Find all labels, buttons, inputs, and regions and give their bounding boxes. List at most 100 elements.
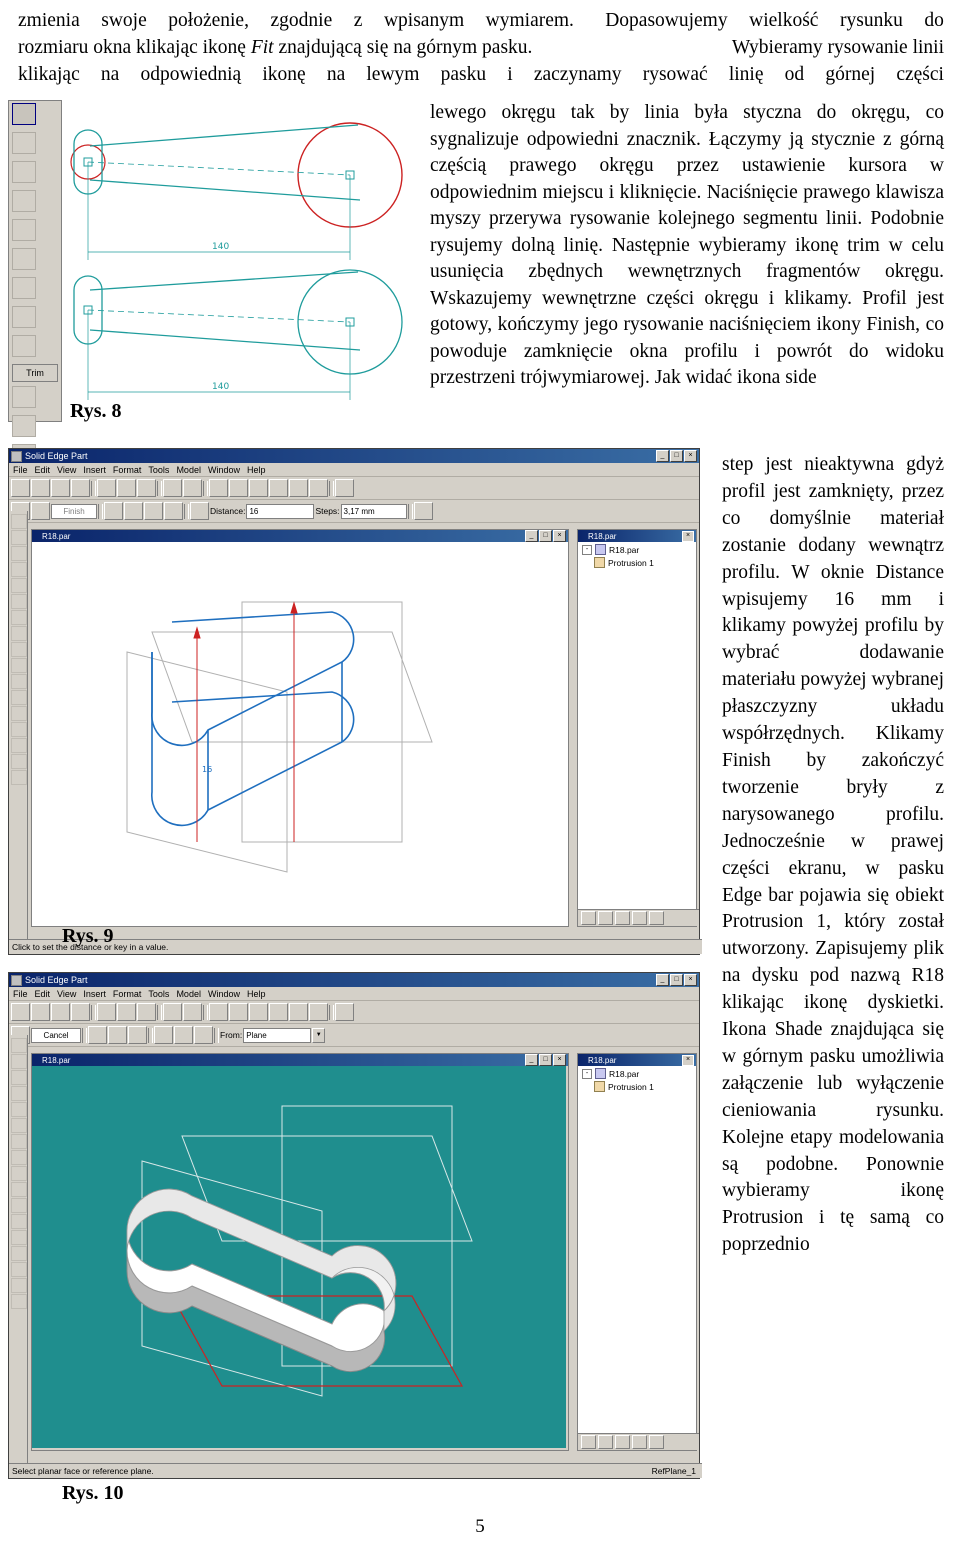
menu-edit[interactable]: Edit bbox=[35, 465, 51, 475]
extent-through-icon[interactable] bbox=[124, 502, 143, 520]
extend-tool-icon[interactable] bbox=[12, 386, 36, 408]
print-icon[interactable] bbox=[71, 479, 90, 497]
round-tool-icon-10[interactable] bbox=[11, 1102, 27, 1117]
draft-tool-icon-10[interactable] bbox=[11, 1134, 27, 1149]
line-tool-icon[interactable] bbox=[12, 161, 36, 183]
fig9-edgebar-root[interactable]: - R18.par bbox=[578, 542, 696, 555]
fig10-standard-toolbar[interactable] bbox=[9, 1001, 699, 1024]
fig10-feature-toolbar[interactable] bbox=[9, 1035, 28, 1464]
new-icon[interactable] bbox=[11, 479, 30, 497]
fig9-edgebar-buttons[interactable] bbox=[578, 909, 699, 926]
fig10-cancel-button[interactable]: Cancel bbox=[31, 1027, 81, 1043]
menu-view[interactable]: View bbox=[57, 465, 76, 475]
sidestep-icon[interactable] bbox=[31, 502, 50, 520]
measure-tool-icon-9[interactable] bbox=[11, 754, 27, 769]
fig10-menubar[interactable]: File Edit View Insert Format Tools Model… bbox=[9, 987, 699, 1001]
plane-normal-icon[interactable] bbox=[88, 1026, 107, 1044]
close-icon-10[interactable]: × bbox=[684, 974, 697, 986]
fig10-edgebar-root[interactable]: - R18.par bbox=[578, 1066, 696, 1079]
mirror-tool-icon-10[interactable] bbox=[11, 1198, 27, 1213]
save-icon[interactable] bbox=[51, 479, 70, 497]
steps-input[interactable]: 3,17 mm bbox=[340, 503, 407, 519]
fig10-edgebar-buttons[interactable] bbox=[578, 1433, 699, 1450]
menu-model-10[interactable]: Model bbox=[176, 989, 201, 999]
sketch-tool-icon-10[interactable] bbox=[11, 1294, 27, 1309]
shade-icon-10[interactable] bbox=[309, 1003, 328, 1021]
chamfer-tool-icon-9[interactable] bbox=[11, 594, 27, 609]
minimize-icon[interactable]: _ bbox=[656, 450, 669, 462]
hole-tool-icon-9[interactable] bbox=[11, 562, 27, 577]
child-minimize-icon-10[interactable]: _ bbox=[525, 1054, 538, 1066]
minimize-icon-10[interactable]: _ bbox=[656, 974, 669, 986]
maximize-icon[interactable]: □ bbox=[670, 450, 683, 462]
menu-tools-10[interactable]: Tools bbox=[148, 989, 169, 999]
cutout-tool-icon-10[interactable] bbox=[11, 1070, 27, 1085]
fig9-child-controls[interactable]: _ □ × bbox=[525, 530, 566, 542]
extent-from-to-icon[interactable] bbox=[164, 502, 183, 520]
eb-family-icon[interactable] bbox=[649, 911, 664, 925]
menu-tools[interactable]: Tools bbox=[148, 465, 169, 475]
eb-family-icon-10[interactable] bbox=[649, 1435, 664, 1449]
plane-coincident-icon[interactable] bbox=[154, 1026, 173, 1044]
open-icon-10[interactable] bbox=[31, 1003, 50, 1021]
refplane-tool-icon-10[interactable] bbox=[11, 1262, 27, 1277]
fig9-feature-toolbar[interactable] bbox=[9, 511, 28, 940]
new-icon-10[interactable] bbox=[11, 1003, 30, 1021]
eb-layers-icon-10[interactable] bbox=[632, 1435, 647, 1449]
child-maximize-icon-10[interactable]: □ bbox=[539, 1054, 552, 1066]
zoom-area-icon-10[interactable] bbox=[209, 1003, 228, 1021]
fig9-ribbon-bar[interactable]: Finish Distance: 16 Steps: 3,17 mm bbox=[9, 500, 699, 523]
chamfer-tool-icon-10[interactable] bbox=[11, 1118, 27, 1133]
rotate-icon[interactable] bbox=[289, 479, 308, 497]
sketch-tool-icon-9[interactable] bbox=[11, 770, 27, 785]
protrusion-tool-icon-9[interactable] bbox=[11, 530, 27, 545]
redo-icon-10[interactable] bbox=[183, 1003, 202, 1021]
plane-by3pts-icon[interactable] bbox=[174, 1026, 193, 1044]
eb-sensors-icon-10[interactable] bbox=[615, 1435, 630, 1449]
select-tool-icon[interactable] bbox=[12, 103, 36, 125]
open-icon[interactable] bbox=[31, 479, 50, 497]
draft-tool-icon-9[interactable] bbox=[11, 610, 27, 625]
menu-insert[interactable]: Insert bbox=[83, 465, 106, 475]
fig9-menubar[interactable]: File Edit View Insert Format Tools Model… bbox=[9, 463, 699, 477]
plane-angled-icon[interactable] bbox=[128, 1026, 147, 1044]
fig9-viewport[interactable]: 16 bbox=[32, 542, 566, 924]
fit-icon-10[interactable] bbox=[269, 1003, 288, 1021]
fig10-child-controls[interactable]: _ □ × bbox=[525, 1054, 566, 1066]
chevron-down-icon[interactable]: ▼ bbox=[312, 1027, 326, 1043]
zoom-area-icon[interactable] bbox=[209, 479, 228, 497]
menu-insert-10[interactable]: Insert bbox=[83, 989, 106, 999]
eb-camera-icon-10[interactable] bbox=[598, 1435, 613, 1449]
revolve-tool-icon-9[interactable] bbox=[11, 690, 27, 705]
cutout-tool-icon-9[interactable] bbox=[11, 546, 27, 561]
zoom-icon-10[interactable] bbox=[229, 1003, 248, 1021]
child-maximize-icon[interactable]: □ bbox=[539, 530, 552, 542]
sweep-tool-icon-10[interactable] bbox=[11, 1230, 27, 1245]
hole-tool-icon-10[interactable] bbox=[11, 1086, 27, 1101]
cut-icon-10[interactable] bbox=[97, 1003, 116, 1021]
fig10-window-controls[interactable]: _ □ × bbox=[656, 974, 697, 986]
tree-expand-icon-10[interactable]: - bbox=[582, 1068, 592, 1079]
extent-finite-icon[interactable] bbox=[144, 502, 163, 520]
pattern-tool-icon-10[interactable] bbox=[11, 1182, 27, 1197]
thinwall-tool-icon-10[interactable] bbox=[11, 1150, 27, 1165]
undo-icon-10[interactable] bbox=[163, 1003, 182, 1021]
fig9-standard-toolbar[interactable] bbox=[9, 477, 699, 500]
eb-sensors-icon[interactable] bbox=[615, 911, 630, 925]
copy-icon[interactable] bbox=[117, 479, 136, 497]
fig9-finish-button[interactable]: Finish bbox=[51, 503, 97, 519]
pattern-tool-icon-9[interactable] bbox=[11, 658, 27, 673]
help-pointer-icon[interactable] bbox=[335, 479, 354, 497]
tree-expand-icon[interactable]: - bbox=[582, 544, 592, 555]
fig10-viewport[interactable] bbox=[32, 1066, 566, 1448]
rib-tool-icon-9[interactable] bbox=[11, 642, 27, 657]
fit-icon[interactable] bbox=[269, 479, 288, 497]
select-tool-icon-10[interactable] bbox=[11, 1038, 27, 1053]
rectangle-tool-icon[interactable] bbox=[12, 248, 36, 270]
plane-tangent-icon[interactable] bbox=[194, 1026, 213, 1044]
menu-format-10[interactable]: Format bbox=[113, 989, 142, 999]
loft-tool-icon-10[interactable] bbox=[11, 1246, 27, 1261]
round-tool-icon-9[interactable] bbox=[11, 578, 27, 593]
trim-tool-button[interactable]: Trim bbox=[12, 364, 58, 382]
rib-tool-icon-10[interactable] bbox=[11, 1166, 27, 1181]
